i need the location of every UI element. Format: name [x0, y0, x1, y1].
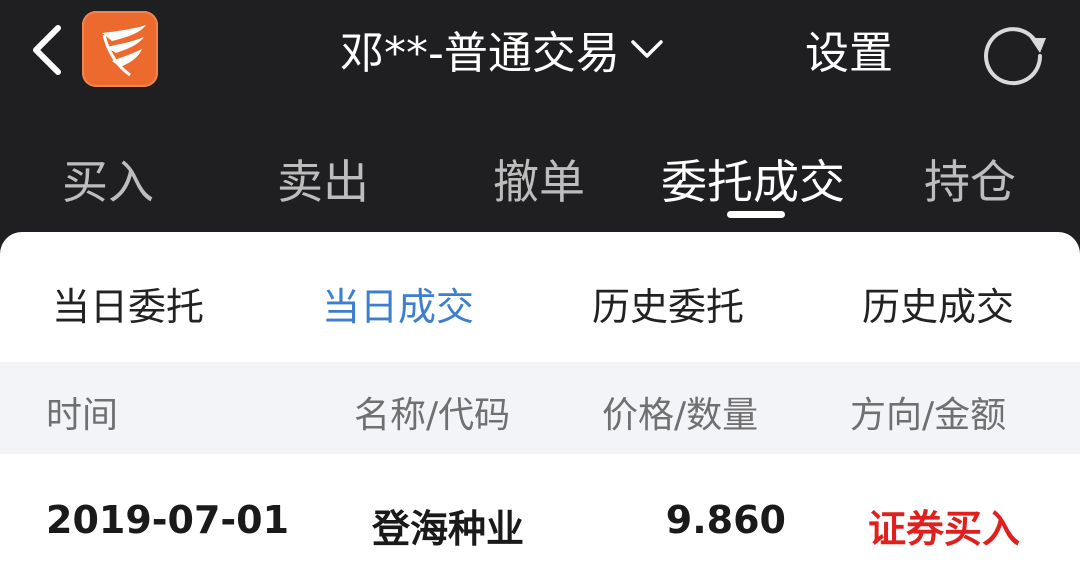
content-panel: 当日委托 当日成交 历史委托 历史成交 时间 名称/代码 价格/数量 方向/金额… [0, 232, 1080, 568]
subtab-today-orders[interactable]: 当日委托 [52, 276, 204, 331]
column-header-time: 时间 [46, 395, 119, 436]
subtab-today-trades[interactable]: 当日成交 [322, 276, 474, 331]
column-header-direction-amount: 方向/金额 [850, 395, 1007, 436]
tab-cancel[interactable]: 撤单 [493, 146, 585, 212]
trade-time: 2019-07-01 [46, 498, 290, 542]
column-header-price-quantity: 价格/数量 [602, 395, 759, 436]
account-title[interactable]: 邓**-普通交易 [340, 18, 664, 80]
active-tab-indicator [727, 211, 785, 218]
chevron-down-icon [631, 40, 663, 58]
account-title-text: 邓**-普通交易 [340, 28, 620, 79]
subtab-history-trades[interactable]: 历史成交 [862, 276, 1014, 331]
column-header-name-code: 名称/代码 [354, 395, 511, 436]
subtab-history-orders[interactable]: 历史委托 [592, 276, 744, 331]
sub-tabs: 当日委托 当日成交 历史委托 历史成交 [0, 232, 1080, 362]
stock-name: 登海种业 [372, 507, 525, 551]
tab-orders-trades[interactable]: 委托成交 [661, 146, 845, 212]
top-bar: 邓**-普通交易 设置 [0, 0, 1080, 110]
trade-price: 9.860 [665, 498, 786, 542]
back-icon[interactable] [26, 22, 70, 78]
settings-button[interactable]: 设置 [805, 18, 893, 80]
table-header: 时间 名称/代码 价格/数量 方向/金额 [0, 362, 1080, 454]
settings-label: 设置 [805, 28, 893, 79]
tab-positions[interactable]: 持仓 [924, 146, 1016, 212]
trade-direction: 证券买入 [868, 507, 1021, 551]
refresh-icon[interactable] [978, 16, 1050, 86]
tab-buy[interactable]: 买入 [62, 146, 154, 212]
main-tabs: 买入 卖出 撤单 委托成交 持仓 [0, 130, 1080, 230]
app-logo [82, 11, 158, 87]
tab-sell[interactable]: 卖出 [277, 146, 369, 212]
table-row[interactable]: 2019-07-01 登海种业 9.860 证券买入 [0, 454, 1080, 568]
